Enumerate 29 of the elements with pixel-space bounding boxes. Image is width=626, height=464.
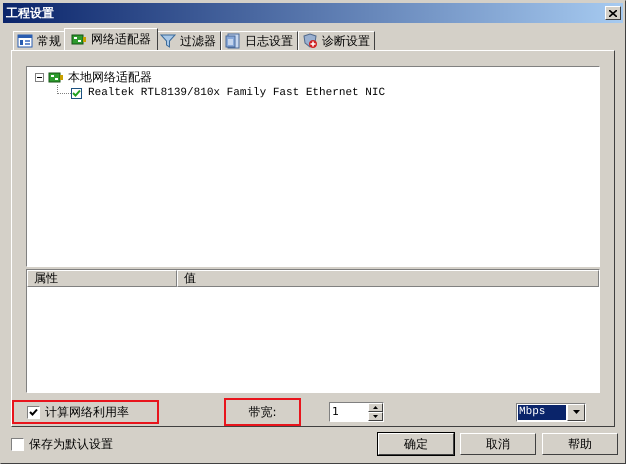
window-title: 工程设置 — [6, 4, 54, 22]
checkbox-label: 保存为默认设置 — [29, 436, 113, 452]
checkbox-label: 计算网络利用率 — [45, 404, 129, 420]
close-button[interactable] — [605, 6, 621, 20]
field-label: 带宽: — [248, 404, 277, 420]
unit-dropdown[interactable]: Mbps — [516, 402, 586, 422]
dialog-button[interactable]: 取消 — [460, 433, 536, 455]
dialog-button[interactable]: 帮助 — [542, 433, 618, 455]
dialog-button[interactable]: 确定 — [378, 433, 454, 455]
column-header[interactable]: 值 — [177, 270, 599, 287]
grid-icon — [17, 33, 33, 49]
shield-icon — [302, 33, 318, 49]
tab[interactable]: 过滤器 — [156, 31, 221, 50]
checkbox[interactable] — [27, 406, 40, 418]
checkbox[interactable] — [71, 88, 82, 98]
caret-icon — [572, 410, 580, 414]
funnel-icon — [160, 33, 176, 49]
checkbox[interactable] — [11, 438, 24, 450]
network-card-icon — [48, 70, 64, 84]
tree-item[interactable]: Realtek RTL8139/810x Family Fast Ethernet NIC — [88, 87, 386, 99]
close-icon — [609, 10, 617, 16]
network-card-icon — [71, 32, 87, 48]
tab[interactable]: 常规 — [13, 31, 66, 50]
tab[interactable]: 网络适配器 — [64, 28, 158, 50]
collapse-icon[interactable] — [35, 72, 44, 82]
column-header[interactable]: 属性 — [27, 270, 177, 287]
tab[interactable]: 日志设置 — [221, 31, 298, 50]
tab[interactable]: 诊断设置 — [298, 31, 375, 50]
tree-item[interactable]: 本地网络适配器 — [68, 68, 152, 86]
